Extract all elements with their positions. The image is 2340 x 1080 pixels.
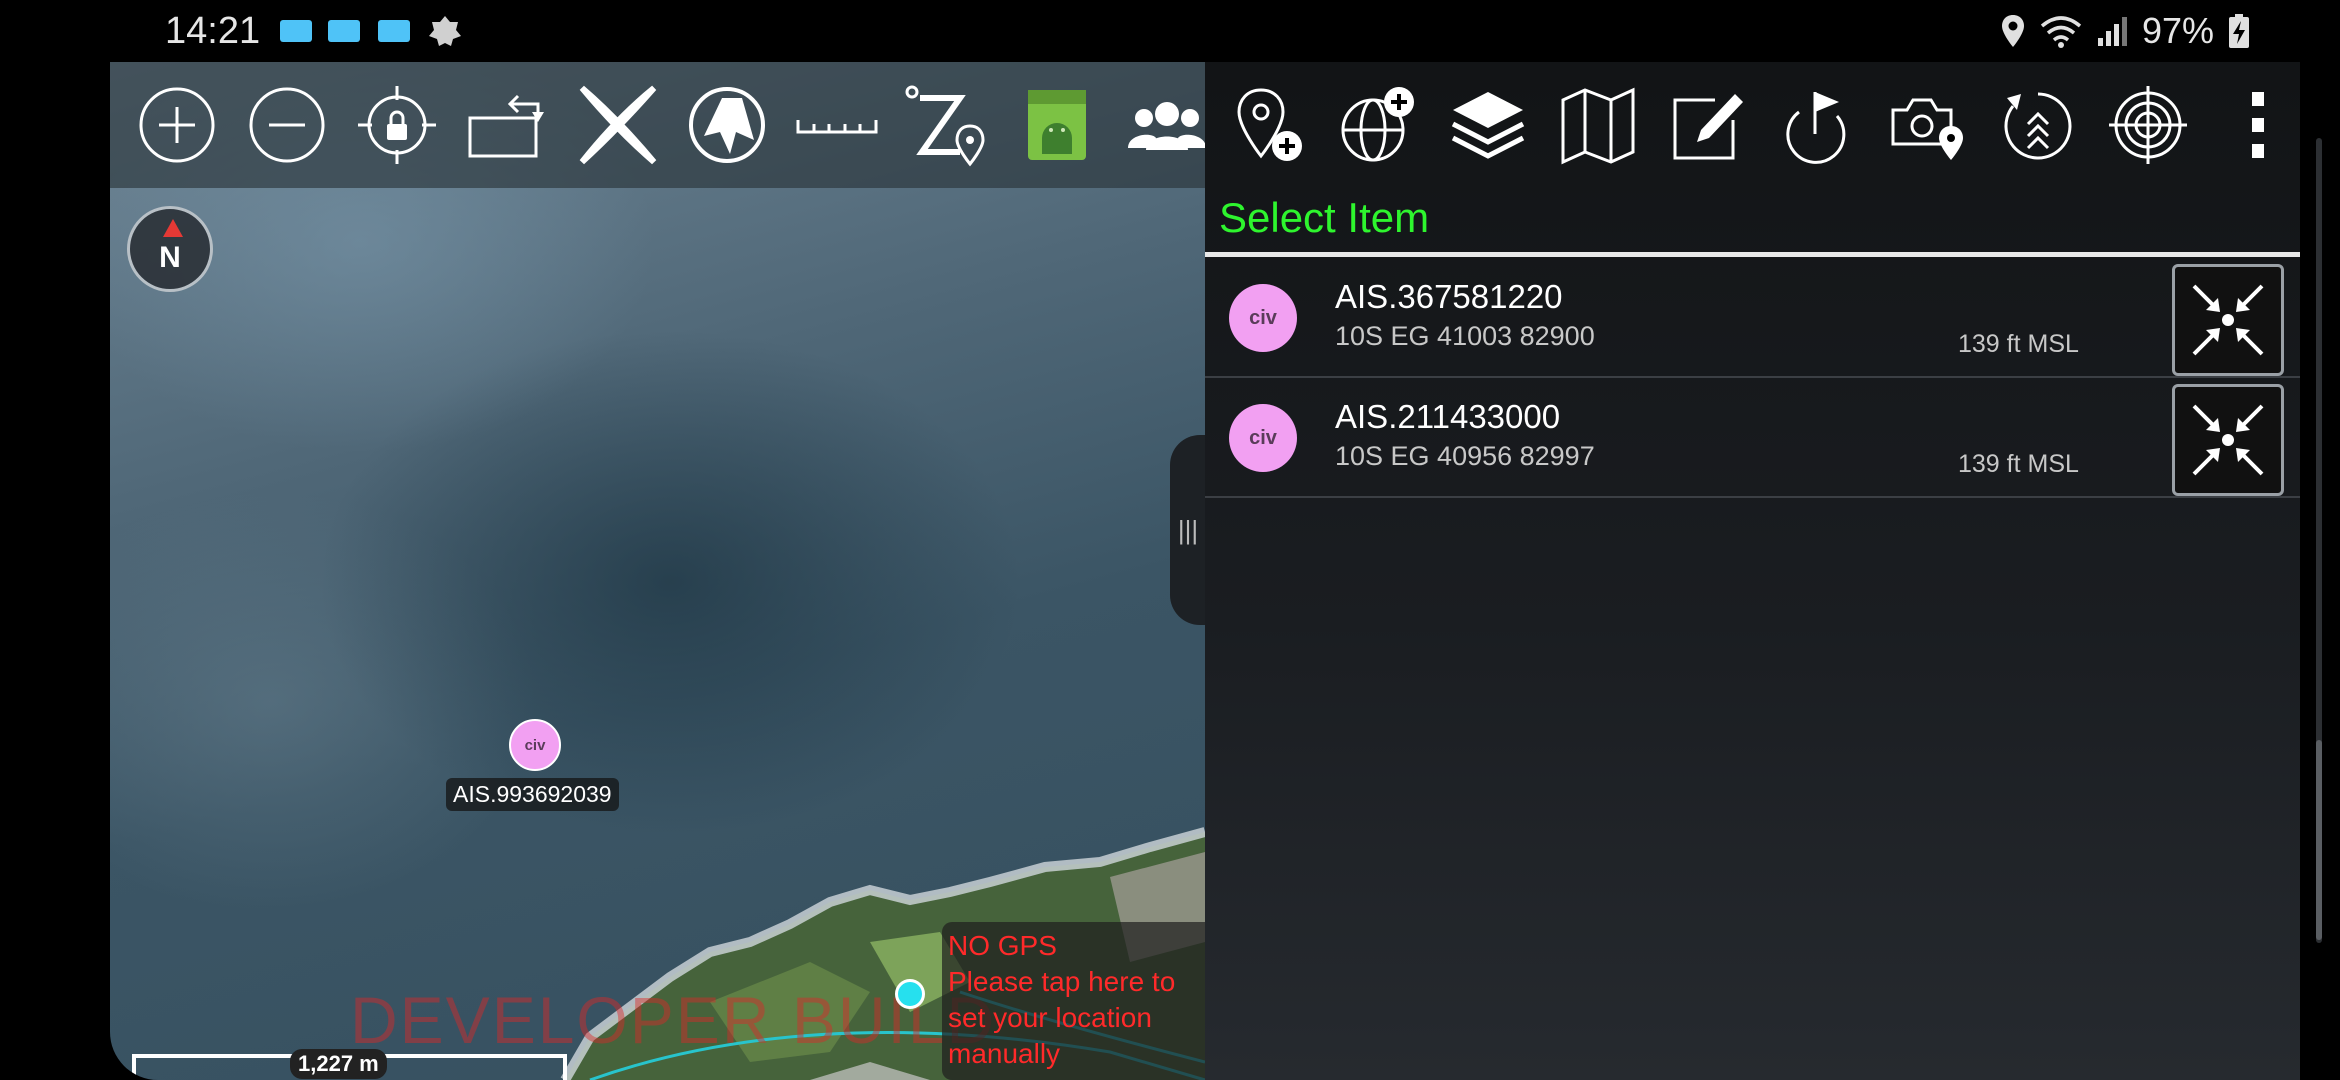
status-time: 14:21 <box>165 10 261 52</box>
panel-title: Select Item <box>1219 194 1430 241</box>
edit-button[interactable] <box>1653 70 1763 180</box>
x-close-icon <box>579 85 657 165</box>
civ-marker-icon: civ <box>1229 284 1297 352</box>
more-vert-icon <box>2252 92 2264 158</box>
collapse-arrows-icon <box>2192 404 2264 476</box>
gps-warning-line: manually <box>948 1038 1061 1069</box>
lock-location-button[interactable] <box>342 70 452 180</box>
notification-square-icon <box>328 20 360 42</box>
add-globe-icon <box>1341 87 1414 162</box>
ais-marker-icon[interactable]: civ <box>509 719 561 771</box>
list-item[interactable]: civ AIS.367581220 10S EG 41003 82900 139… <box>1205 258 2300 378</box>
notification-square-icon <box>378 20 410 42</box>
chevrons-up-button[interactable] <box>1983 70 2093 180</box>
android-app-icon <box>1028 90 1086 160</box>
z-pin-button[interactable] <box>892 70 1002 180</box>
compass-nav-icon <box>689 87 765 163</box>
gear-badge-icon <box>429 16 461 46</box>
zoom-out-button[interactable] <box>232 70 342 180</box>
add-globe-button[interactable] <box>1323 70 1433 180</box>
battery-percentage: 97% <box>2141 10 2214 51</box>
marker-icon-text: civ <box>524 736 546 754</box>
gps-warning-line: NO GPS <box>948 930 1057 961</box>
map-toolbar <box>110 62 1205 188</box>
gps-warning-line: set your location <box>948 1002 1152 1033</box>
civ-marker-icon: civ <box>1229 404 1297 472</box>
select-item-panel: Select Item civ AIS.367581220 10S EG 410… <box>1205 62 2300 1080</box>
item-coordinates: 10S EG 40956 82997 <box>1335 441 1595 471</box>
zoom-in-icon <box>139 87 215 163</box>
battery-charging-icon <box>2229 14 2249 48</box>
collapse-arrows-icon <box>2192 284 2264 356</box>
compass-nav-button[interactable] <box>672 70 782 180</box>
target-button[interactable] <box>2093 70 2203 180</box>
contacts-button[interactable] <box>1112 70 1205 180</box>
item-name: AIS.367581220 <box>1335 278 1563 315</box>
camera-pin-button[interactable] <box>1873 70 1983 180</box>
no-gps-warning[interactable]: NO GPS Please tap here to set your locat… <box>942 922 1205 1080</box>
avatar-text: civ <box>1249 306 1277 329</box>
location-pin-icon <box>2001 15 2024 47</box>
list-item[interactable]: civ AIS.211433000 10S EG 40956 82997 139… <box>1205 378 2300 498</box>
layers-icon <box>1451 92 1525 159</box>
notification-square-icon <box>280 20 312 42</box>
status-bar: 14:21 97% <box>0 0 2340 62</box>
scrollbar-thumb[interactable] <box>2316 740 2322 940</box>
panel-resize-handle[interactable]: ||| <box>1170 435 1206 625</box>
chevrons-up-icon <box>2004 92 2072 160</box>
target-icon <box>2109 86 2187 164</box>
ruler-icon <box>796 120 878 134</box>
map-button[interactable] <box>1543 70 1653 180</box>
panel-divider <box>1205 252 2300 257</box>
camera-pin-icon <box>1891 98 1963 160</box>
item-altitude: 139 ft MSL <box>1958 450 2079 478</box>
status-right-group: 97% <box>2000 10 2250 52</box>
focus-item-button[interactable] <box>2172 264 2284 376</box>
focus-item-button[interactable] <box>2172 384 2284 496</box>
item-name: AIS.211433000 <box>1335 398 1561 435</box>
rotate-screen-icon <box>468 94 544 158</box>
map-view[interactable]: N civ AIS.993692039 DEVELOPER BUILD NO G… <box>110 62 1205 1080</box>
lock-location-icon <box>358 86 436 164</box>
z-pin-icon <box>905 85 985 167</box>
self-location-dot[interactable] <box>895 979 925 1009</box>
north-arrow-icon <box>163 219 183 237</box>
item-coordinates: 10S EG 41003 82900 <box>1335 321 1595 351</box>
zoom-out-icon <box>249 87 325 163</box>
route-button[interactable] <box>1763 70 1873 180</box>
android-app-button[interactable] <box>1002 70 1112 180</box>
compass-button[interactable]: N <box>127 206 213 292</box>
add-pin-icon <box>1237 88 1302 161</box>
more-options-button[interactable] <box>2203 70 2313 180</box>
ais-marker-label: AIS.993692039 <box>446 778 619 811</box>
contacts-group-icon <box>1128 102 1205 150</box>
avatar-text: civ <box>1249 426 1277 449</box>
scale-label: 1,227 m <box>290 1049 387 1079</box>
wifi-icon <box>2040 16 2082 48</box>
add-point-button[interactable] <box>1213 70 1323 180</box>
route-flag-icon <box>1786 92 1846 164</box>
clear-button[interactable] <box>562 70 672 180</box>
layers-button[interactable] <box>1433 70 1543 180</box>
map-icon <box>1561 87 1635 165</box>
panel-toolbar <box>1205 62 2300 188</box>
edit-icon <box>1673 94 1743 160</box>
compass-label: N <box>159 241 181 274</box>
rotate-screen-button[interactable] <box>452 70 562 180</box>
gps-warning-line: Please tap here to <box>948 966 1176 997</box>
signal-icon <box>2097 17 2127 46</box>
zoom-in-button[interactable] <box>122 70 232 180</box>
measure-button[interactable] <box>782 70 892 180</box>
item-altitude: 139 ft MSL <box>1958 330 2079 358</box>
